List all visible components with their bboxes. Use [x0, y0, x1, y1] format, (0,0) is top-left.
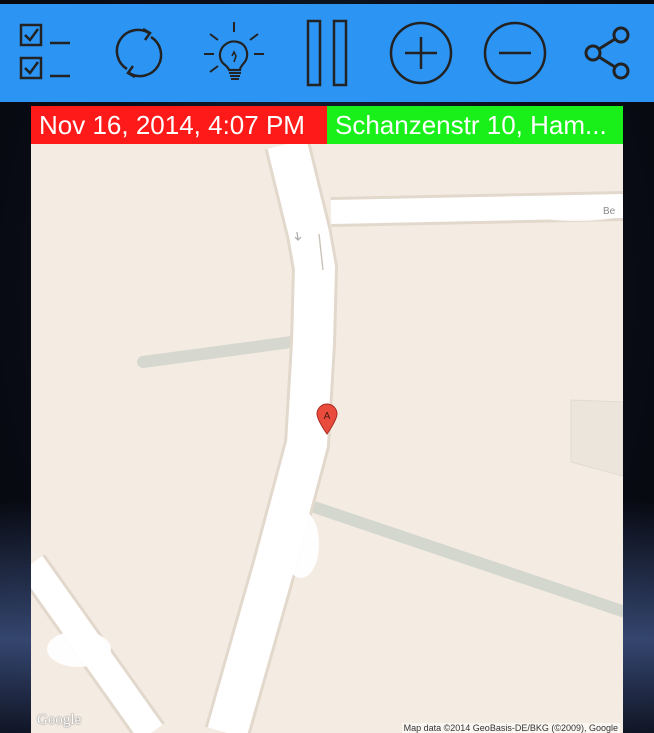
zoom-out-button[interactable] [475, 4, 555, 102]
timestamp-label: Nov 16, 2014, 4:07 PM [31, 106, 327, 144]
zoom-in-button[interactable] [381, 4, 461, 102]
building [570, 399, 623, 477]
main-road[interactable] [207, 144, 336, 733]
toolbar [0, 4, 654, 102]
map-attribution[interactable]: Map data ©2014 GeoBasis-DE/BKG (©2009), … [401, 723, 620, 733]
lightbulb-icon [204, 22, 264, 80]
pause-icon [306, 19, 348, 87]
zoom-out-icon [483, 21, 547, 85]
footpath [309, 500, 623, 618]
map-canvas: Be A [31, 144, 623, 733]
refresh-icon [115, 27, 163, 79]
checklist-icon [19, 23, 70, 80]
marker-label: A [324, 411, 331, 422]
refresh-button[interactable] [99, 4, 179, 102]
share-icon [584, 26, 630, 80]
label-patch [283, 510, 319, 578]
lightbulb-button[interactable] [192, 4, 272, 102]
pause-button[interactable] [287, 4, 367, 102]
share-button[interactable] [568, 4, 648, 102]
status-bar: Nov 16, 2014, 4:07 PM Schanzenstr 10, Ha… [31, 106, 623, 144]
google-logo: Google [37, 712, 82, 728]
map-view[interactable]: Be A Google Map data ©2014 GeoBasis-DE/B… [31, 144, 623, 733]
label-patch [47, 631, 111, 667]
street-label: Be [603, 206, 616, 217]
zoom-in-icon [389, 21, 453, 85]
checklist-button[interactable] [6, 4, 86, 102]
address-label: Schanzenstr 10, Ham... [327, 106, 623, 144]
